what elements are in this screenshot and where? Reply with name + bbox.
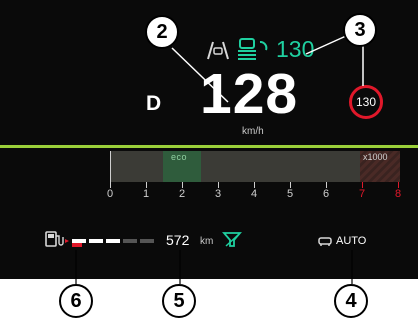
callout-2: 2 <box>145 15 179 49</box>
callout-3: 3 <box>343 13 377 47</box>
callout-4: 4 <box>334 284 368 318</box>
callout-6: 6 <box>59 284 93 318</box>
callout-5: 5 <box>162 284 196 318</box>
callout-leader-lines <box>75 35 364 284</box>
